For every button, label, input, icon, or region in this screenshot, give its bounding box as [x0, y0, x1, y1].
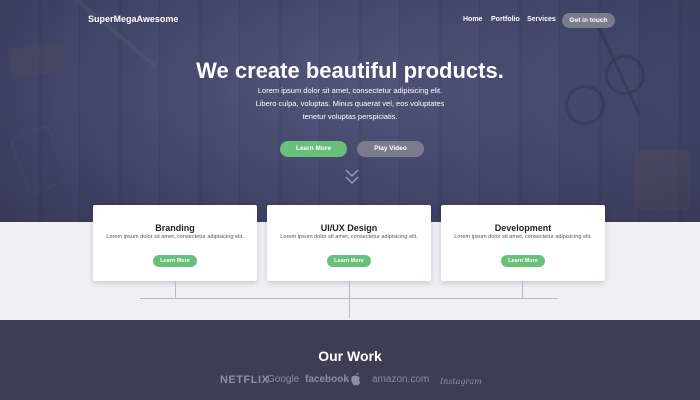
hero-headline: We create beautiful products.	[196, 58, 504, 83]
apple-icon	[351, 372, 361, 386]
google-logo: Google	[267, 374, 300, 385]
card-learn-more-button[interactable]: Learn More	[327, 255, 371, 267]
nav-link-services[interactable]: Services	[527, 16, 556, 23]
card-title: Branding	[155, 223, 195, 233]
card-description: Lorem ipsum dolor sit amet, consectetur …	[454, 234, 592, 240]
amazon-logo: amazon.com	[372, 374, 430, 385]
card-description: Lorem ipsum dolor sit amet, consectetur …	[106, 234, 244, 240]
connector-line	[349, 281, 350, 318]
play-video-button[interactable]: Play Video	[357, 141, 424, 157]
learn-more-button[interactable]: Learn More	[280, 141, 347, 157]
nav-link-home[interactable]: Home	[463, 16, 482, 23]
our-work-section: Our Work NETFLIX Google facebook amazon.…	[0, 320, 700, 400]
navbar: SuperMegaAwesome Home Portfolio Services…	[0, 0, 700, 40]
service-card-development: Development Lorem ipsum dolor sit amet, …	[441, 205, 605, 281]
connector-line	[175, 281, 176, 298]
double-chevron-down-icon[interactable]	[345, 168, 359, 186]
service-card-uiux: UI/UX Design Lorem ipsum dolor sit amet,…	[267, 205, 431, 281]
instagram-logo: Instagram	[440, 377, 482, 386]
get-in-touch-button[interactable]: Get in touch	[562, 13, 615, 28]
card-description: Lorem ipsum dolor sit amet, consectetur …	[280, 234, 418, 240]
nav-link-portfolio[interactable]: Portfolio	[491, 16, 520, 23]
hero-section: SuperMegaAwesome Home Portfolio Services…	[0, 0, 700, 222]
netflix-logo: NETFLIX	[220, 374, 270, 386]
connector-line	[522, 281, 523, 298]
card-title: Development	[494, 223, 552, 233]
service-card-branding: Branding Lorem ipsum dolor sit amet, con…	[93, 205, 257, 281]
card-learn-more-button[interactable]: Learn More	[153, 255, 197, 267]
card-learn-more-button[interactable]: Learn More	[501, 255, 545, 267]
hero-subtext: Lorem ipsum dolor sit amet, consectetur …	[255, 86, 445, 121]
section-title: Our Work	[318, 348, 382, 364]
facebook-logo: facebook	[305, 374, 349, 385]
brand-logo[interactable]: SuperMegaAwesome	[88, 14, 178, 24]
card-title: UI/UX Design	[320, 223, 378, 233]
